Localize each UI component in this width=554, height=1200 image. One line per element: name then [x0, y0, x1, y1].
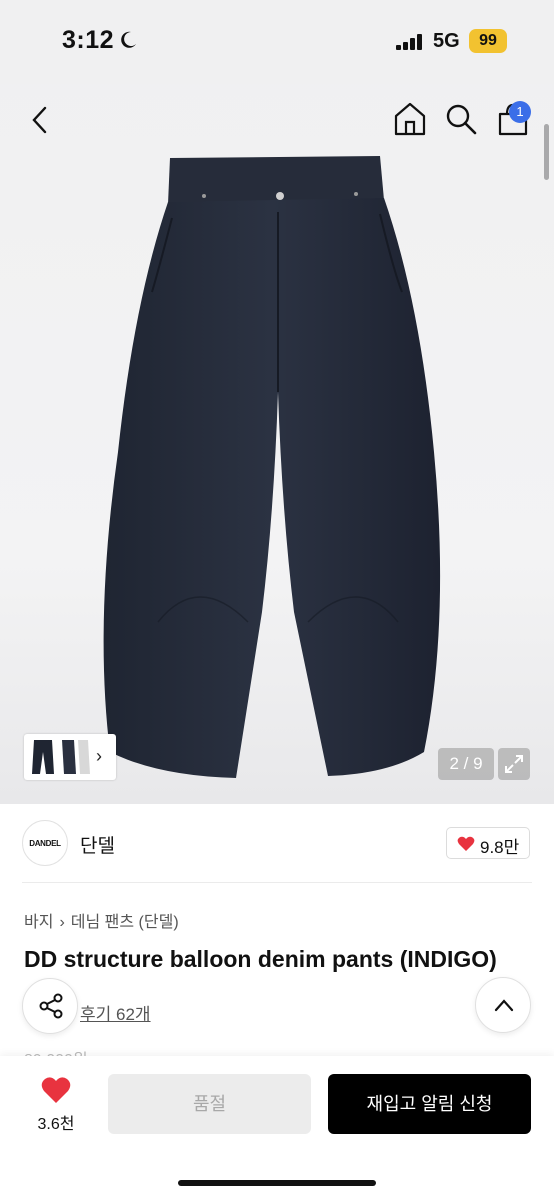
breadcrumb-subcategory[interactable]: 데님 팬츠 (단델) [71, 914, 179, 931]
signal-icon [396, 34, 422, 50]
restock-alert-button[interactable]: 재입고 알림 신청 [328, 1074, 531, 1134]
status-time: 3:12 [62, 26, 115, 54]
network-type: 5G [433, 30, 460, 52]
chevron-up-icon [494, 999, 514, 1012]
share-button[interactable] [22, 978, 78, 1034]
breadcrumb: 바지 › 데님 팬츠 (단델) [24, 908, 179, 932]
thumbnail-strip[interactable] [24, 734, 116, 780]
battery-indicator: 99 [469, 29, 507, 53]
brand-like-button[interactable]: 9.8만 [446, 827, 530, 859]
product-title: DD structure balloon denim pants (INDIGO… [24, 946, 497, 972]
scrollbar[interactable] [544, 124, 549, 180]
moon-icon [121, 31, 136, 48]
expand-icon [505, 755, 523, 773]
review-link[interactable]: 후기 62개 [80, 1000, 151, 1025]
back-button[interactable] [26, 104, 54, 136]
breadcrumb-category[interactable]: 바지 [24, 914, 53, 931]
scroll-to-top-button[interactable] [475, 977, 531, 1033]
heart-icon [457, 836, 475, 851]
share-icon [39, 993, 63, 1019]
chevron-right-icon: › [59, 914, 65, 931]
brand-logo[interactable]: DANDEL [22, 820, 68, 866]
brand-name[interactable]: 단델 [80, 831, 115, 858]
divider [22, 882, 532, 883]
thumbnail-next-icon[interactable]: › [96, 746, 102, 767]
home-indicator [178, 1180, 376, 1186]
brand-like-count: 9.8만 [480, 838, 520, 857]
heart-icon [41, 1077, 71, 1103]
search-icon[interactable] [444, 102, 478, 136]
soldout-button[interactable]: 품절 [108, 1074, 311, 1134]
cart-count-badge: 1 [509, 101, 531, 123]
home-icon[interactable] [392, 100, 428, 138]
wishlist-count: 3.6천 [37, 1116, 75, 1133]
image-counter: 2 / 9 [438, 748, 494, 780]
product-image [103, 156, 441, 778]
wishlist-button[interactable]: 3.6천 [30, 1074, 82, 1134]
thumbnail-image [32, 740, 90, 774]
status-bar: 3:12 5G 99 [0, 0, 554, 84]
expand-button[interactable] [498, 748, 530, 780]
